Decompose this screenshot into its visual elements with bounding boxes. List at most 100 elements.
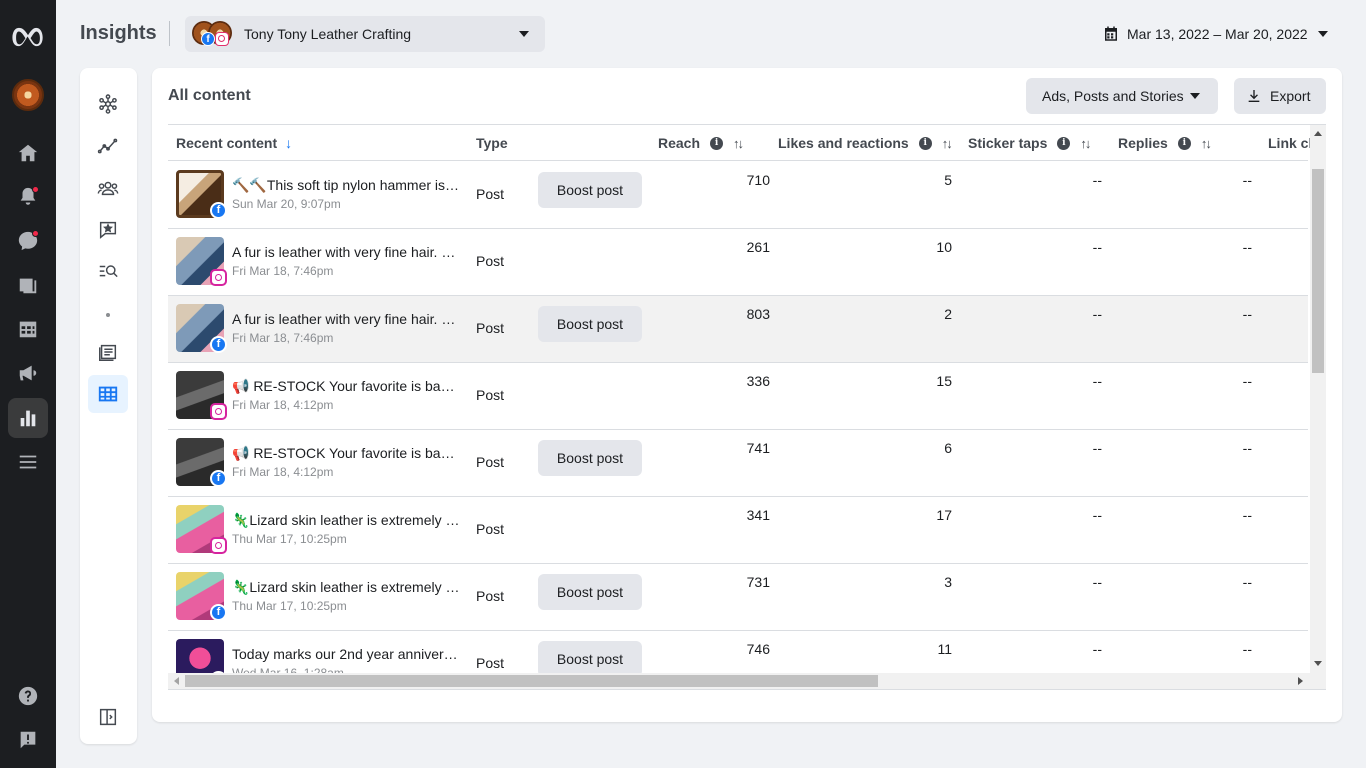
boost-post-button[interactable]: Boost post [538, 574, 642, 610]
replies-value: -- [1242, 373, 1252, 389]
instagram-icon [215, 32, 229, 46]
sort-icon[interactable]: ↑↓ [1080, 136, 1091, 151]
date-range-picker[interactable]: Mar 13, 2022 – Mar 20, 2022 [1102, 22, 1328, 46]
trends-icon[interactable] [88, 127, 128, 165]
likes-value: 17 [936, 507, 952, 523]
chevron-down-icon [1190, 93, 1200, 99]
scroll-right-arrow[interactable] [1298, 677, 1303, 685]
col-replies[interactable]: Replies i ↑↓ [1118, 135, 1212, 151]
planner-icon[interactable] [8, 309, 48, 349]
post-date: Fri Mar 18, 4:12pm [232, 465, 334, 479]
inbox-badge [32, 230, 39, 237]
boost-post-button[interactable]: Boost post [538, 172, 642, 208]
table-header: Recent content ↓ Type Reach i ↑↓ Likes a… [168, 125, 1312, 161]
calendar-icon [1105, 26, 1117, 41]
post-type: Post [476, 320, 505, 336]
reach-value: 803 [746, 306, 770, 322]
page-selector-dropdown[interactable]: f Tony Tony Leather Crafting [185, 16, 545, 52]
replies-value: -- [1242, 641, 1252, 657]
messages-star-icon[interactable] [88, 211, 128, 249]
scrollbar-thumb[interactable] [185, 675, 878, 687]
col-recent-content[interactable]: Recent content ↓ [176, 135, 292, 151]
ads-megaphone-icon[interactable] [8, 353, 48, 393]
col-sticker-taps[interactable]: Sticker taps i ↑↓ [968, 135, 1091, 151]
chevron-down-icon [1317, 31, 1328, 37]
sticker-taps-value: -- [1092, 306, 1102, 322]
likes-value: 15 [936, 373, 952, 389]
content-list-icon[interactable] [88, 333, 128, 371]
col-likes-reactions[interactable]: Likes and reactions i ↑↓ [778, 135, 953, 151]
reach-value: 741 [746, 440, 770, 456]
reach-value: 336 [746, 373, 770, 389]
col-label: Recent content [176, 135, 278, 151]
post-caption: 🦎Lizard skin leather is extremely durabl… [232, 512, 460, 528]
meta-logo-icon[interactable] [8, 17, 48, 57]
scroll-down-arrow[interactable] [1314, 661, 1322, 666]
post-caption: A fur is leather with very fine hair. Fu… [232, 244, 460, 260]
boost-post-button[interactable]: Boost post [538, 641, 642, 677]
col-label: Replies [1118, 135, 1168, 151]
table-row[interactable]: A fur is leather with very fine hair. Fu… [168, 229, 1308, 296]
all-content-table-icon[interactable] [88, 375, 128, 413]
content-icon[interactable] [8, 265, 48, 305]
replies-value: -- [1242, 239, 1252, 255]
sort-icon[interactable]: ↑↓ [1201, 136, 1212, 151]
info-icon[interactable]: i [1057, 136, 1071, 150]
report-problem-icon[interactable] [8, 720, 48, 760]
scroll-up-arrow[interactable] [1314, 131, 1322, 136]
replies-value: -- [1242, 172, 1252, 188]
scrollbar-thumb[interactable] [1312, 169, 1324, 373]
replies-value: -- [1242, 306, 1252, 322]
table-row[interactable]: 🦎Lizard skin leather is extremely durabl… [168, 497, 1308, 564]
reach-value: 731 [746, 574, 770, 590]
table-row[interactable]: f A fur is leather with very fine hair. … [168, 296, 1308, 363]
post-type: Post [476, 588, 505, 604]
audience-icon[interactable] [88, 169, 128, 207]
col-reach[interactable]: Reach i ↑↓ [658, 135, 744, 151]
sticker-taps-value: -- [1092, 641, 1102, 657]
inbox-icon[interactable] [8, 221, 48, 261]
page-name: Tony Tony Leather Crafting [244, 26, 412, 42]
page-title: Insights [80, 22, 157, 44]
divider-dot [106, 313, 110, 317]
overview-icon[interactable] [88, 85, 128, 123]
help-icon[interactable] [8, 676, 48, 716]
likes-value: 5 [944, 172, 952, 188]
vertical-scrollbar[interactable] [1310, 125, 1326, 673]
info-icon[interactable]: i [918, 136, 932, 150]
menu-icon[interactable] [8, 442, 48, 482]
post-caption: 🦎Lizard skin leather is extremely durabl… [232, 579, 460, 595]
post-type: Post [476, 387, 505, 403]
table-row[interactable]: 📢 RE-STOCK Your favorite is back in stoc… [168, 363, 1308, 430]
instagram-icon [210, 269, 227, 286]
chevron-down-icon [519, 31, 529, 37]
search-insights-icon[interactable] [88, 253, 128, 291]
insights-icon[interactable] [8, 398, 48, 438]
boost-post-button[interactable]: Boost post [538, 306, 642, 342]
export-button[interactable]: Export [1234, 78, 1326, 114]
home-icon[interactable] [8, 133, 48, 173]
sticker-taps-value: -- [1092, 440, 1102, 456]
notification-badge [32, 186, 39, 193]
boost-post-button[interactable]: Boost post [538, 440, 642, 476]
content-filter-dropdown[interactable]: Ads, Posts and Stories [1026, 78, 1218, 114]
sort-icon[interactable]: ↑↓ [942, 136, 953, 151]
collapse-panel-icon[interactable] [88, 698, 128, 736]
page-avatar[interactable] [12, 79, 44, 111]
global-nav-rail [0, 0, 56, 768]
sort-arrow-down-icon: ↓ [285, 135, 293, 151]
table-row[interactable]: f 🔨🔨This soft tip nylon hammer is great … [168, 162, 1308, 229]
post-date: Sun Mar 20, 9:07pm [232, 197, 341, 211]
table-row[interactable]: f 📢 RE-STOCK Your favorite is back in st… [168, 430, 1308, 497]
info-icon[interactable]: i [1177, 136, 1191, 150]
info-icon[interactable]: i [710, 136, 724, 150]
sort-icon[interactable]: ↑↓ [733, 136, 744, 151]
all-content-card: All content Ads, Posts and Stories Expor… [152, 68, 1342, 722]
horizontal-scrollbar[interactable] [168, 673, 1326, 689]
table-row[interactable]: f 🦎Lizard skin leather is extremely dura… [168, 564, 1308, 631]
scroll-left-arrow[interactable] [174, 677, 179, 685]
post-type: Post [476, 253, 505, 269]
notifications-icon[interactable] [8, 177, 48, 217]
post-date: Thu Mar 17, 10:25pm [232, 532, 347, 546]
col-link-clicks[interactable]: Link cl [1268, 135, 1312, 151]
